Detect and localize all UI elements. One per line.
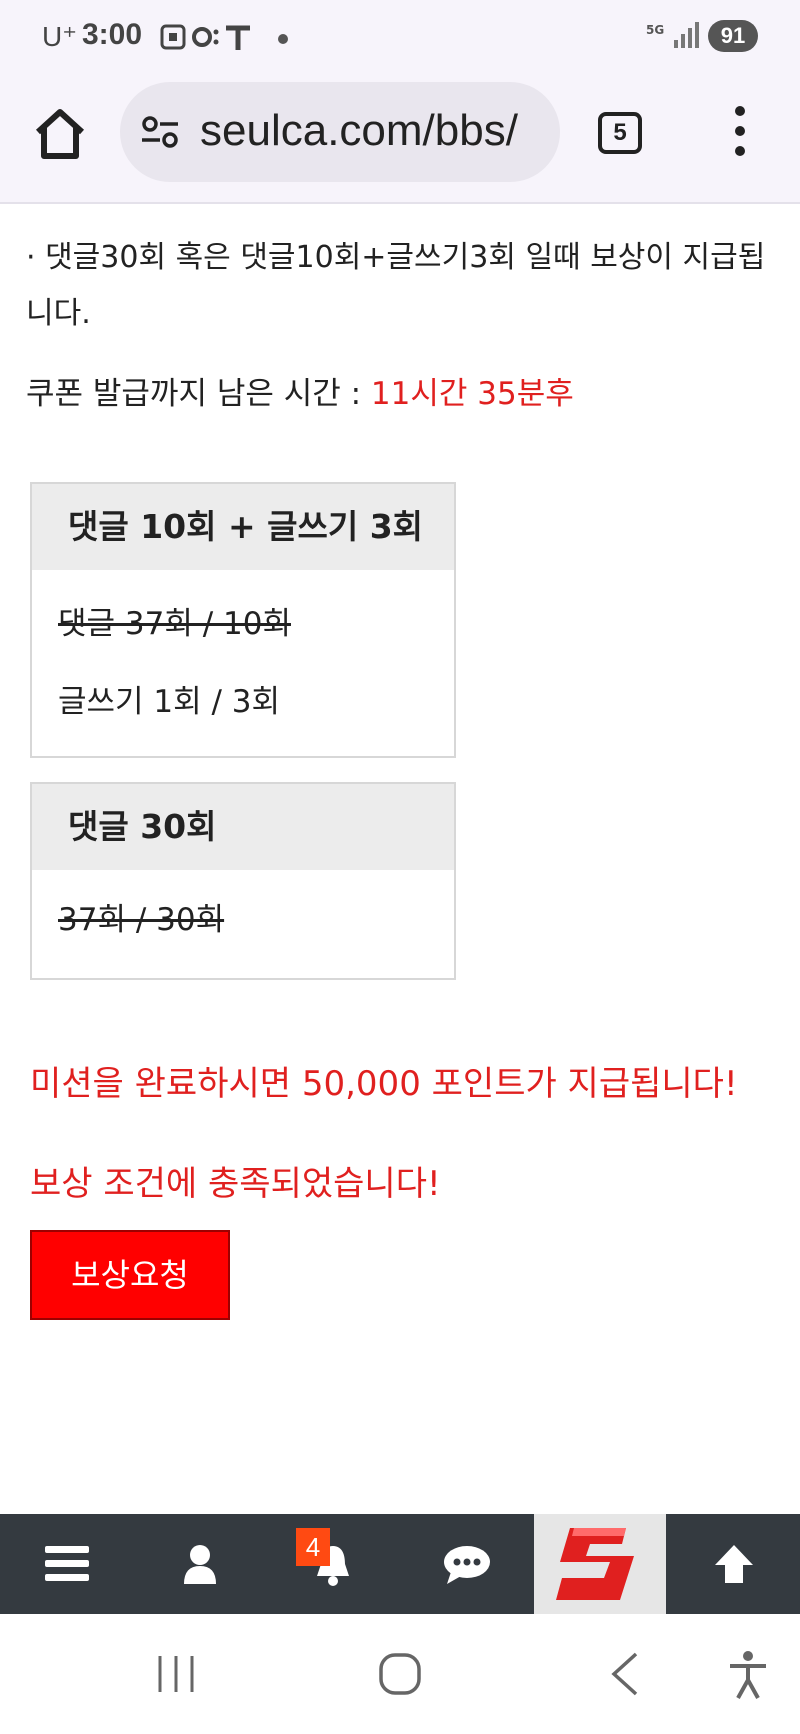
recent-apps-icon[interactable] [156, 1654, 196, 1694]
reward-request-button[interactable]: 보상요청 [30, 1230, 230, 1320]
menu-button[interactable] [0, 1514, 133, 1614]
site-logo-button[interactable] [534, 1514, 666, 1614]
reward-notice: · 댓글30회 혹은 댓글10회+글쓰기3회 일때 보상이 지급됩니다. [26, 240, 766, 331]
timer-value: 11시간 35분후 [370, 376, 574, 412]
dot-icon [278, 34, 288, 44]
home-icon [35, 109, 85, 159]
battery-indicator: 91 [708, 20, 758, 52]
carrier-label: U⁺ [42, 21, 77, 52]
home-nav-icon[interactable] [378, 1652, 422, 1696]
mission-title: 댓글 30회 [32, 784, 454, 870]
mission-progress-posts: 글쓰기 1회 / 3회 [58, 684, 281, 720]
mission-title: 댓글 10회 + 글쓰기 3회 [32, 484, 454, 570]
home-button[interactable] [30, 104, 90, 164]
condition-met-message: 보상 조건에 충족되었습니다! [30, 1164, 441, 1204]
mission-reward-notice: 미션을 완료하시면 50,000 포인트가 지급됩니다! [30, 1064, 738, 1104]
network-label: 5G [646, 23, 665, 37]
mission-progress-comments: 37회 / 30회 [58, 902, 225, 938]
profile-button[interactable] [133, 1514, 266, 1614]
clock: 3:00 [82, 18, 143, 51]
status-icons-icon [160, 24, 250, 50]
notification-badge: 4 [296, 1528, 330, 1566]
accessibility-icon[interactable] [726, 1650, 770, 1700]
more-vert-icon [735, 106, 745, 116]
signal-icon [674, 22, 702, 48]
scroll-top-button[interactable] [667, 1514, 800, 1614]
browser-toolbar: seulca.com/bbs/ 5 [0, 76, 800, 204]
menu-icon [44, 1546, 89, 1581]
notification-icons [160, 22, 270, 59]
url-text: seulca.com/bbs/ [200, 106, 518, 155]
user-icon [183, 1545, 216, 1584]
site-settings-icon[interactable] [140, 112, 180, 152]
notifications-button[interactable] [266, 1514, 399, 1614]
more-menu-button[interactable] [728, 106, 752, 160]
back-icon[interactable] [606, 1652, 646, 1696]
mission-box-comments: 댓글 30회 37회 / 30회 [30, 782, 456, 980]
tab-switcher-button[interactable]: 5 [598, 112, 642, 154]
status-bar: U⁺ 3:00 5G 91 [0, 0, 800, 76]
mission-box-comment-post: 댓글 10회 + 글쓰기 3회 댓글 37회 / 10회 글쓰기 1회 / 3회 [30, 482, 456, 758]
chat-button[interactable] [400, 1514, 533, 1614]
site-logo-icon [556, 1528, 634, 1600]
mission-progress-comments: 댓글 37회 / 10회 [58, 606, 291, 642]
chat-icon [443, 1546, 490, 1584]
arrow-up-icon [714, 1545, 753, 1583]
coupon-timer: 쿠폰 발급까지 남은 시간 : 11시간 35분후 [26, 368, 574, 413]
timer-label: 쿠폰 발급까지 남은 시간 : [26, 376, 371, 412]
site-bottom-nav: 4 [0, 1514, 800, 1614]
system-nav-bar [0, 1614, 800, 1734]
address-bar[interactable]: seulca.com/bbs/ [120, 82, 560, 182]
